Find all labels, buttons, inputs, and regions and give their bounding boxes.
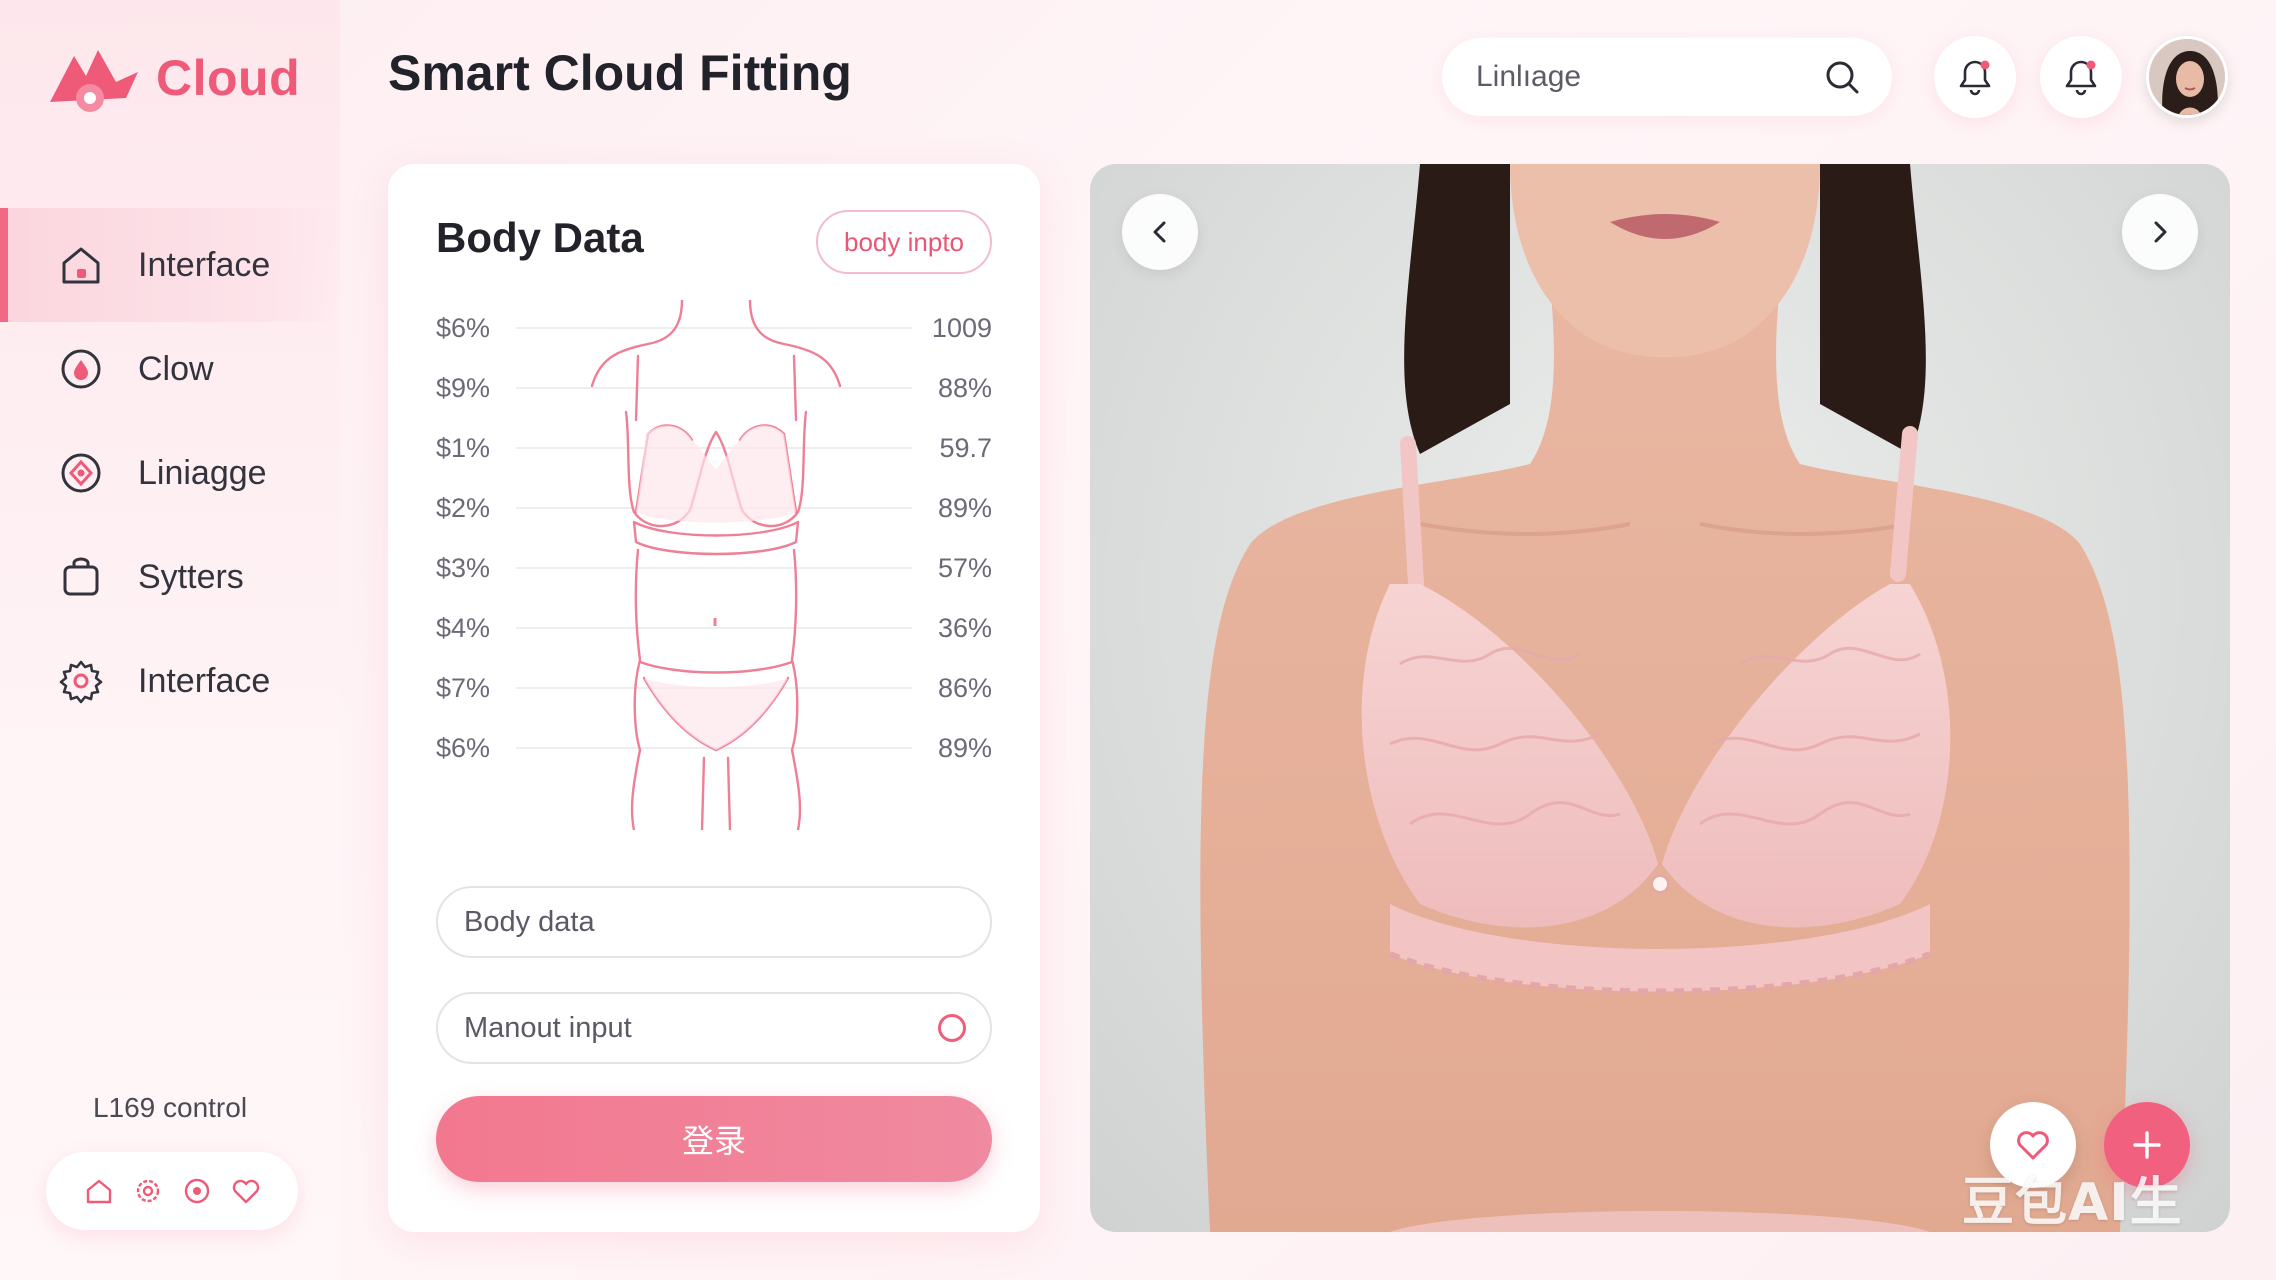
input-placeholder: Body data: [464, 905, 595, 938]
sidebar-item-interface-settings[interactable]: Interface: [0, 624, 340, 738]
gear-icon: [59, 660, 103, 704]
bell-icon: [1959, 60, 1991, 96]
cloud-logo-icon: [50, 50, 138, 112]
left-value: $6%: [436, 312, 491, 343]
body-data-input[interactable]: Body data: [436, 886, 992, 958]
sidebar-item-label: Interface: [138, 661, 271, 700]
card-title: Body Data: [436, 214, 644, 261]
next-image-button[interactable]: [2122, 194, 2198, 270]
model-photo: [1200, 164, 2130, 1232]
home-icon: [62, 247, 100, 284]
user-portrait-icon: [2149, 39, 2225, 115]
search-value: Linlıage: [1476, 60, 1582, 93]
sidebar-item-interface[interactable]: Interface: [0, 208, 340, 322]
input-placeholder: Manout input: [464, 1011, 632, 1044]
heart-icon[interactable]: [230, 1175, 262, 1207]
sidebar-quick-actions: [46, 1152, 298, 1230]
try-on-preview: 豆包AI生成: [1090, 164, 2230, 1232]
location-icon[interactable]: [181, 1175, 213, 1207]
left-value: $2%: [436, 492, 491, 523]
chevron-right-icon: [2154, 221, 2167, 243]
page-title: Smart Cloud Fitting: [388, 45, 852, 101]
sidebar-item-label: Sytters: [138, 557, 244, 596]
droplet-icon: [61, 349, 101, 389]
sidebar: Cloud Interface Clow Liniagge Sytters In…: [0, 0, 340, 1280]
search-input[interactable]: Linlıage: [1442, 38, 1892, 116]
body-silhouette-icon: [590, 300, 842, 830]
gear-icon[interactable]: [132, 1175, 164, 1207]
heart-icon: [2017, 1131, 2049, 1160]
body-info-chip[interactable]: body inpto: [816, 210, 992, 274]
plus-icon: [2133, 1131, 2161, 1159]
radio-indicator-icon[interactable]: [938, 1014, 966, 1042]
left-value: $4%: [436, 612, 491, 643]
bell-icon: [2065, 60, 2097, 96]
submit-button[interactable]: 登录: [436, 1096, 992, 1182]
avatar[interactable]: [2146, 36, 2228, 118]
sidebar-item-liniagge[interactable]: Liniagge: [0, 416, 340, 530]
search-icon[interactable]: [1822, 57, 1862, 97]
right-value: 59.7: [939, 432, 992, 463]
right-value: 86%: [937, 672, 992, 703]
sidebar-nav: Interface Clow Liniagge Sytters Interfac…: [0, 208, 340, 728]
bag-icon: [63, 557, 99, 596]
alerts-button[interactable]: [2040, 36, 2122, 118]
diamond-badge-icon: [61, 453, 101, 493]
sidebar-item-clow[interactable]: Clow: [0, 312, 340, 426]
sidebar-item-sytters[interactable]: Sytters: [0, 520, 340, 634]
right-value: 1009: [931, 312, 992, 343]
sidebar-item-label: Interface: [138, 245, 271, 284]
sidebar-item-label: Clow: [138, 349, 214, 388]
left-value: $6%: [436, 732, 491, 763]
body-data-card: Body Data body inpto $6% 1009 $9% 88% $1…: [388, 164, 1040, 1232]
brand-name: Cloud: [156, 50, 301, 106]
brand-logo[interactable]: Cloud: [46, 42, 300, 114]
right-value: 89%: [937, 492, 992, 523]
left-value: $9%: [436, 372, 491, 403]
right-value: 57%: [937, 552, 992, 583]
previous-image-button[interactable]: [1122, 194, 1198, 270]
left-value: $3%: [436, 552, 491, 583]
notifications-button[interactable]: [1934, 36, 2016, 118]
watermark: 豆包AI生成: [1962, 1173, 2183, 1232]
sidebar-footer-label: L169 control: [92, 1092, 248, 1123]
left-value: $7%: [436, 672, 491, 703]
sidebar-item-label: Liniagge: [138, 453, 267, 492]
right-value: 36%: [937, 612, 992, 643]
manual-input-field[interactable]: Manout input: [436, 992, 992, 1064]
chevron-left-icon: [1153, 221, 1166, 243]
measurement-chart: $6% 1009 $9% 88% $1% 59.7 $2% 89% $3% 57…: [436, 300, 992, 830]
left-value: $1%: [436, 432, 491, 463]
home-icon[interactable]: [83, 1175, 115, 1207]
right-value: 89%: [937, 732, 992, 763]
right-value: 88%: [937, 372, 992, 403]
